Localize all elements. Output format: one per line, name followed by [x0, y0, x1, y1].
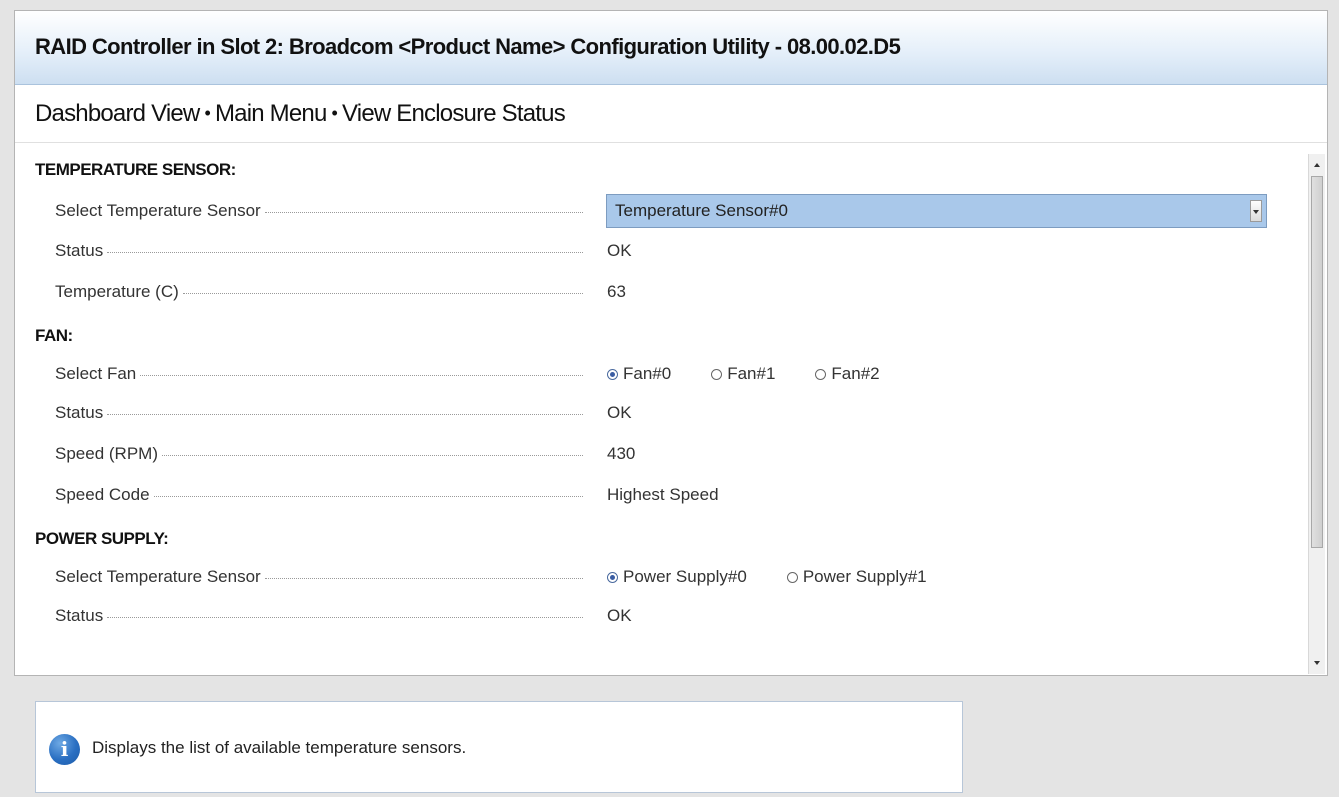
temperature-value: 63 — [607, 282, 626, 301]
fan-0-label: Fan#0 — [623, 364, 672, 383]
dotted-leader — [161, 455, 583, 456]
breadcrumb-view-enclosure-status: View Enclosure Status — [342, 99, 566, 127]
fan-1-label: Fan#1 — [727, 364, 776, 383]
fan-status-value: OK — [607, 403, 632, 422]
scroll-down-arrow-icon[interactable] — [1311, 656, 1323, 670]
help-panel: i Displays the list of available tempera… — [35, 701, 963, 793]
power-supply-0-radio[interactable]: Power Supply#0 — [607, 567, 747, 587]
fan-2-label: Fan#2 — [831, 364, 880, 383]
dotted-leader — [264, 212, 583, 213]
power-supply-status-value: OK — [607, 606, 632, 625]
power-supply-1-radio[interactable]: Power Supply#1 — [786, 567, 927, 587]
breadcrumb: Dashboard View • Main Menu • View Enclos… — [15, 85, 1327, 143]
settings-form: TEMPERATURE SENSOR: Select Temperature S… — [15, 143, 1305, 675]
radio-unselected-icon[interactable] — [711, 368, 723, 380]
breadcrumb-dashboard-view[interactable]: Dashboard View — [35, 100, 200, 128]
temperature-row: Temperature (C) 63 — [55, 277, 1285, 307]
dotted-leader — [153, 496, 583, 497]
fan-speed-value: 430 — [607, 444, 636, 463]
power-supply-status-row: Status OK — [55, 601, 1285, 631]
configuration-window: RAID Controller in Slot 2: Broadcom <Pro… — [14, 10, 1328, 676]
fan-speed-code-label: Speed Code — [55, 485, 150, 504]
fan-speed-row: Speed (RPM) 430 — [55, 439, 1285, 469]
power-supply-status-label: Status — [55, 606, 104, 625]
select-temperature-sensor-row: Select Temperature Sensor Temperature Se… — [55, 194, 1285, 228]
fan-speed-code-value: Highest Speed — [607, 485, 719, 504]
vertical-scrollbar[interactable] — [1308, 154, 1325, 674]
temperature-sensor-heading: TEMPERATURE SENSOR: — [35, 160, 236, 179]
dotted-leader — [264, 578, 583, 579]
breadcrumb-separator: • — [204, 103, 210, 123]
select-power-supply-row: Select Temperature Sensor Power Supply#0… — [55, 562, 1285, 592]
temperature-status-value: OK — [607, 241, 632, 260]
temperature-status-label: Status — [55, 241, 104, 260]
select-power-supply-label: Select Temperature Sensor — [55, 567, 261, 586]
help-text: Displays the list of available temperatu… — [92, 738, 467, 757]
power-supply-1-label: Power Supply#1 — [802, 567, 927, 586]
scroll-up-arrow-icon[interactable] — [1311, 158, 1323, 172]
info-icon: i — [49, 733, 80, 765]
fan-status-label: Status — [55, 403, 104, 422]
power-supply-radio-group: Power Supply#0 Power Supply#1 — [607, 562, 967, 592]
fan-heading: FAN: — [35, 326, 73, 345]
radio-unselected-icon[interactable] — [786, 571, 798, 583]
fan-0-radio[interactable]: Fan#0 — [607, 364, 671, 384]
radio-unselected-icon[interactable] — [815, 368, 827, 380]
fan-status-row: Status OK — [55, 398, 1285, 428]
fan-speed-code-row: Speed Code Highest Speed — [55, 480, 1285, 510]
radio-selected-icon[interactable] — [607, 571, 618, 583]
dropdown-arrow-icon[interactable] — [1250, 200, 1262, 222]
select-fan-row: Select Fan Fan#0 Fan#1 Fan#2 — [55, 359, 1285, 389]
dotted-leader — [107, 617, 583, 618]
radio-selected-icon[interactable] — [607, 368, 618, 380]
title-bar: RAID Controller in Slot 2: Broadcom <Pro… — [15, 11, 1327, 85]
fan-radio-group: Fan#0 Fan#1 Fan#2 — [607, 359, 920, 389]
dotted-leader — [182, 293, 583, 294]
window-title: RAID Controller in Slot 2: Broadcom <Pro… — [35, 33, 901, 59]
fan-2-radio[interactable]: Fan#2 — [815, 364, 880, 384]
breadcrumb-main-menu[interactable]: Main Menu — [215, 100, 327, 128]
temperature-sensor-dropdown[interactable]: Temperature Sensor#0 — [606, 194, 1267, 228]
breadcrumb-separator: • — [331, 103, 338, 123]
temperature-status-row: Status OK — [55, 236, 1285, 266]
scrollbar-thumb[interactable] — [1311, 176, 1323, 548]
select-temperature-sensor-label: Select Temperature Sensor — [55, 201, 261, 220]
temperature-sensor-dropdown-value: Temperature Sensor#0 — [615, 201, 788, 220]
select-fan-label: Select Fan — [55, 364, 137, 383]
fan-speed-label: Speed (RPM) — [55, 444, 158, 463]
fan-1-radio[interactable]: Fan#1 — [711, 364, 775, 384]
power-supply-heading: POWER SUPPLY: — [35, 529, 169, 548]
temperature-label: Temperature (C) — [55, 282, 179, 301]
power-supply-0-label: Power Supply#0 — [623, 567, 747, 586]
dotted-leader — [107, 252, 583, 253]
dotted-leader — [140, 375, 583, 376]
dotted-leader — [107, 414, 583, 415]
